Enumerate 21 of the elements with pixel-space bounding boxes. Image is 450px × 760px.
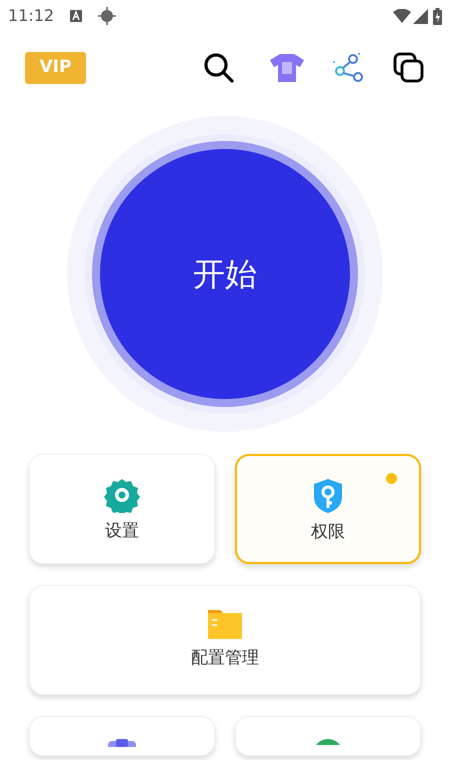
card-label: 权限 [311,521,345,544]
location-icon [98,7,116,25]
signal-icon [413,8,428,24]
folder-icon [207,608,243,640]
menu-card[interactable] [29,716,215,756]
card-label: 设置 [105,520,139,543]
copy-icon[interactable] [393,52,425,84]
status-time: 11:12 [8,5,54,27]
card-label: 配置管理 [191,647,259,670]
share-icon[interactable] [331,53,363,83]
menu-card[interactable]: 权限 [235,454,421,564]
tshirt-icon[interactable] [269,53,305,83]
shield-key-icon [312,478,344,514]
start-button[interactable]: 开始 [100,149,350,399]
search-icon[interactable] [203,52,235,84]
wifi-icon [393,9,411,23]
gear-icon [104,477,140,513]
text-a-icon [70,10,82,22]
menu-card[interactable]: 设置 [29,454,215,564]
battery-icon [433,8,442,24]
menu-card[interactable]: 配置管理 [29,585,421,695]
